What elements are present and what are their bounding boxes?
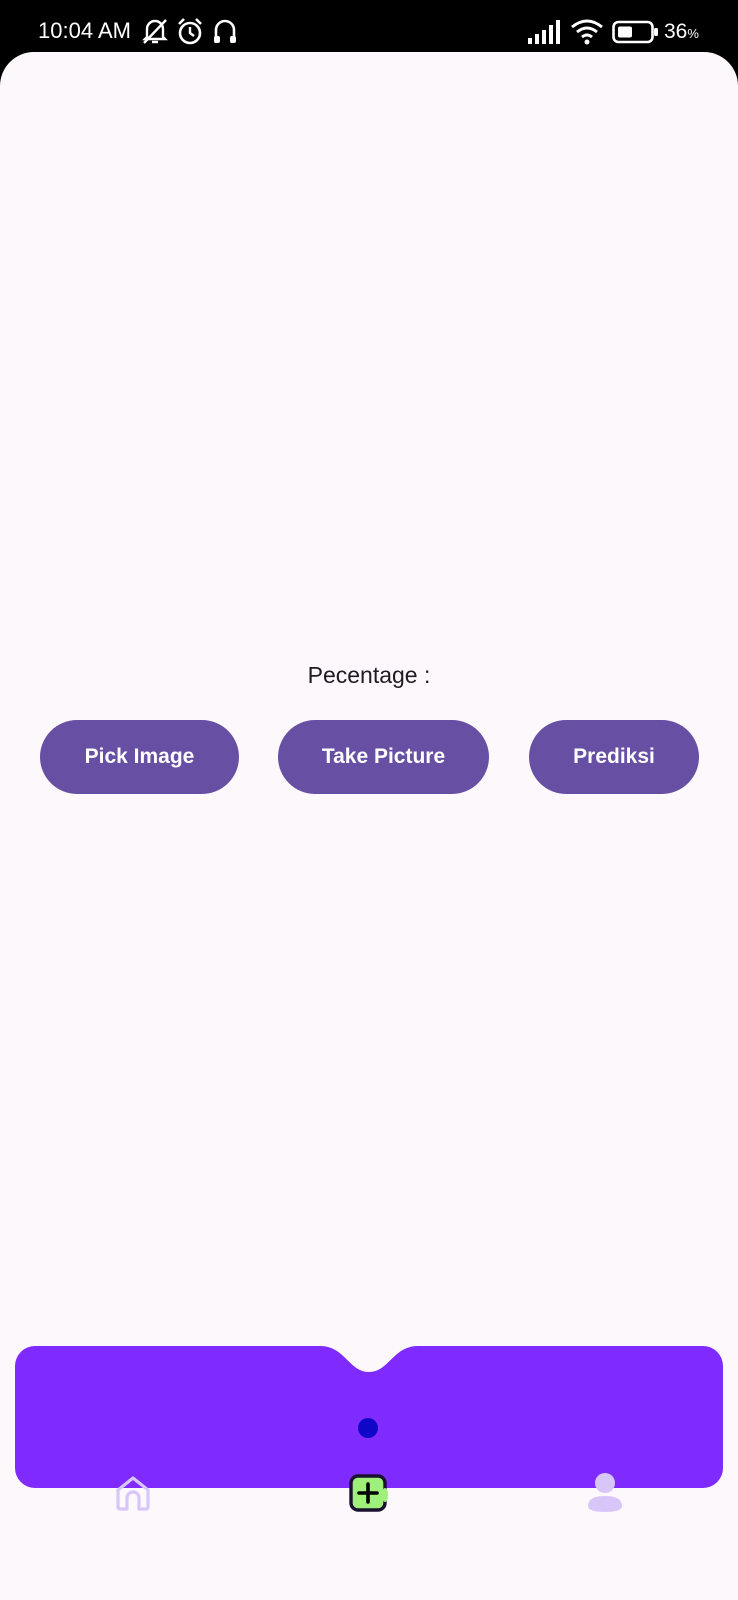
headset-icon <box>214 19 236 43</box>
pick-image-button[interactable]: Pick Image <box>40 720 239 794</box>
signal-icon <box>528 20 560 44</box>
bottom-navigation-bar <box>15 1346 723 1488</box>
alarm-icon <box>178 18 202 45</box>
person-icon[interactable] <box>586 1472 624 1512</box>
percentage-label: Pecentage : <box>307 662 431 688</box>
take-picture-button[interactable]: Take Picture <box>278 720 489 794</box>
wifi-icon <box>571 19 603 45</box>
battery-percent: 36% <box>664 20 699 43</box>
home-icon[interactable] <box>114 1474 152 1512</box>
add-icon[interactable] <box>348 1473 390 1515</box>
battery-icon <box>612 20 658 44</box>
nav-selected-indicator <box>358 1418 378 1438</box>
status-time: 10:04 AM <box>38 18 131 43</box>
bell-off-icon <box>142 19 168 44</box>
prediksi-button[interactable]: Prediksi <box>529 720 699 794</box>
